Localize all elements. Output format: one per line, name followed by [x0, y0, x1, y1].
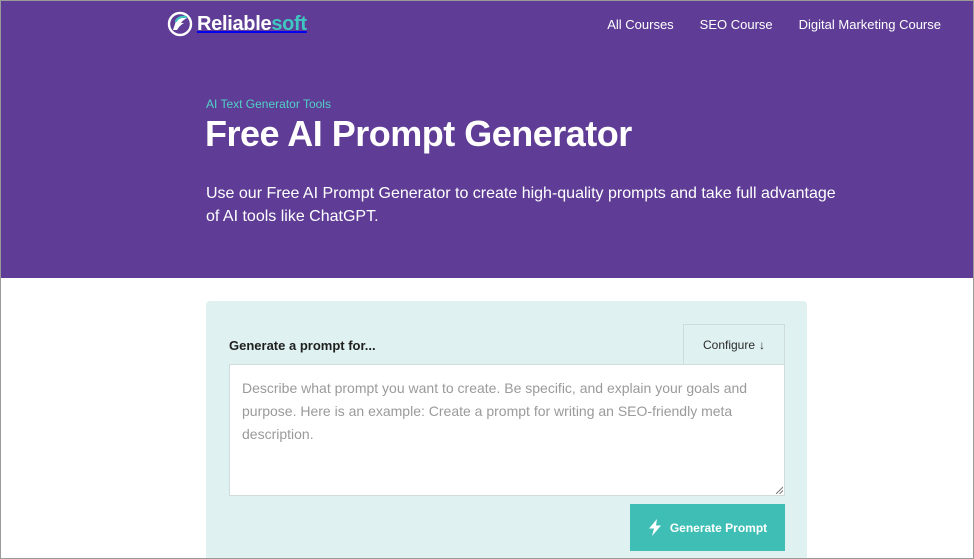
- nav-link-seo-course[interactable]: SEO Course: [700, 17, 773, 32]
- prompt-input[interactable]: [229, 364, 785, 496]
- prompt-field-label: Generate a prompt for...: [229, 338, 376, 353]
- hero-section: Reliablesoft All Courses SEO Course Digi…: [1, 1, 973, 278]
- nav-link-all-courses[interactable]: All Courses: [607, 17, 673, 32]
- site-logo[interactable]: Reliablesoft: [167, 9, 307, 39]
- logo-text-accent: soft: [271, 12, 307, 35]
- main-nav: All Courses SEO Course Digital Marketing…: [607, 17, 941, 32]
- lightning-bolt-icon: [648, 519, 661, 536]
- configure-label: Configure: [702, 337, 756, 352]
- browser-viewport: Reliablesoft All Courses SEO Course Digi…: [0, 0, 974, 559]
- generate-prompt-label: Generate Prompt: [669, 520, 768, 535]
- configure-button[interactable]: Configure ↓: [683, 324, 785, 364]
- prompt-generator-card: Generate a prompt for... Configure ↓ Gen…: [206, 301, 807, 558]
- generate-prompt-button[interactable]: Generate Prompt: [630, 504, 785, 551]
- page-title: Free AI Prompt Generator: [205, 113, 632, 154]
- page-description: Use our Free AI Prompt Generator to crea…: [206, 185, 836, 225]
- reliablesoft-logo-icon: [167, 11, 193, 37]
- nav-link-digital-marketing-course[interactable]: Digital Marketing Course: [799, 17, 941, 32]
- resize-handle-icon[interactable]: [775, 486, 783, 494]
- breadcrumb-category[interactable]: AI Text Generator Tools: [206, 97, 331, 111]
- arrow-down-icon: ↓: [759, 337, 766, 352]
- logo-wordmark: Reliablesoft: [197, 13, 307, 36]
- logo-text-main: Reliable: [197, 12, 272, 35]
